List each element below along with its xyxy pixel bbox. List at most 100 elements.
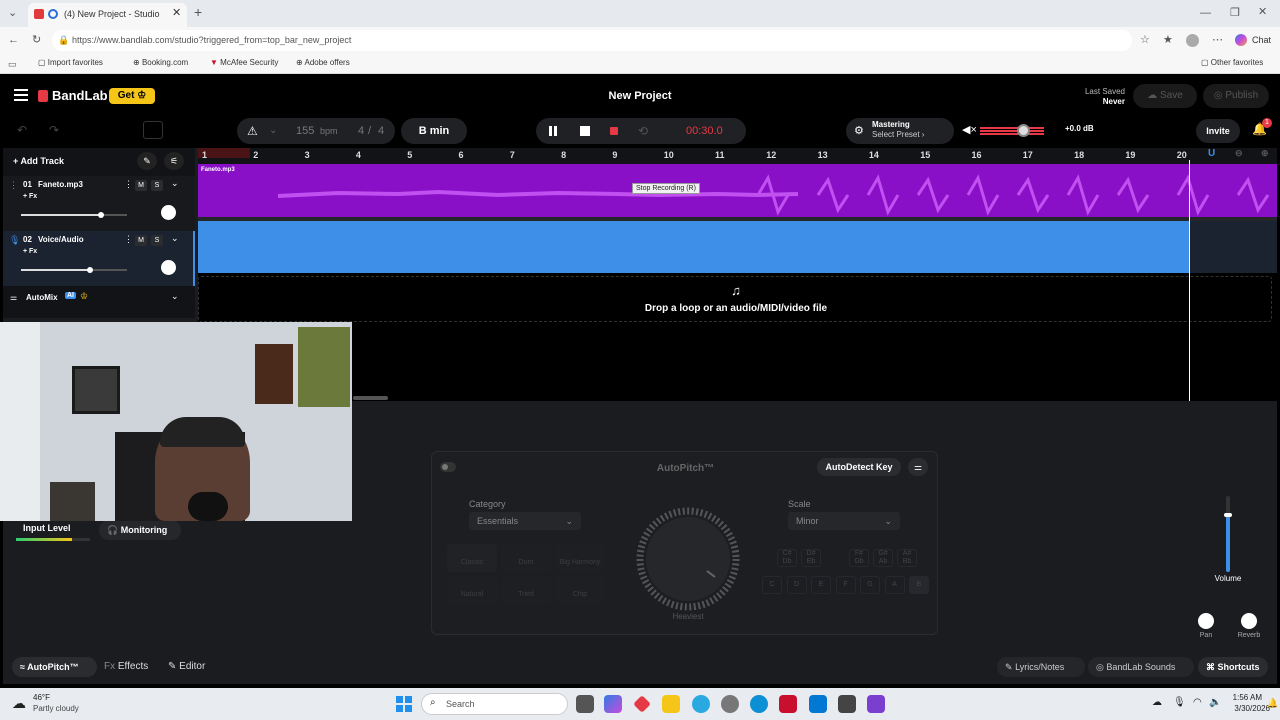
- timeline-ruler[interactable]: 1 2 3 4 5 6 7 8 9 10 11 12 13 14 15 16 17 18 19 20 U ⊖ ⊕: [198, 148, 1277, 164]
- file-explorer-icon[interactable]: [662, 695, 680, 713]
- stop-icon[interactable]: [580, 126, 590, 136]
- time-sig-num[interactable]: 4: [358, 118, 364, 144]
- edge-icon[interactable]: [750, 695, 768, 713]
- more-icon[interactable]: ⋯: [1212, 33, 1223, 47]
- horizontal-scrollbar[interactable]: [353, 396, 388, 400]
- add-track-button[interactable]: + Add Track: [13, 152, 64, 170]
- profile-avatar[interactable]: [1186, 34, 1199, 47]
- pause-icon[interactable]: [549, 126, 552, 136]
- autopitch-settings-icon[interactable]: ⚌: [908, 458, 928, 476]
- loop-icon[interactable]: ⟲: [638, 118, 648, 144]
- automix-row[interactable]: ⚌ AutoMix AI ♔ ⌄: [3, 288, 195, 310]
- master-volume-slider[interactable]: [980, 124, 1044, 137]
- reverb-knob[interactable]: [1241, 613, 1257, 629]
- key-sharp-2[interactable]: F# Gb: [849, 549, 869, 567]
- metronome-dropdown-icon[interactable]: ⌄: [269, 118, 277, 144]
- zoom-in-icon[interactable]: ⊕: [1261, 148, 1269, 159]
- mcafee-icon[interactable]: [779, 695, 797, 713]
- playhead[interactable]: [1189, 160, 1190, 404]
- url-input[interactable]: 🔒 https://www.bandlab.com/studio?trigger…: [52, 30, 1132, 51]
- wifi-icon[interactable]: ◠: [1193, 697, 1202, 708]
- volume-fader[interactable]: [1224, 496, 1232, 572]
- key-f[interactable]: F: [835, 576, 856, 594]
- publish-button[interactable]: ◎ Publish: [1203, 84, 1269, 108]
- task-view-icon[interactable]: [576, 695, 594, 713]
- close-window-icon[interactable]: ✕: [1258, 5, 1267, 19]
- autodetect-key-button[interactable]: AutoDetect Key: [817, 458, 901, 476]
- track-2-volume-slider[interactable]: [21, 267, 127, 273]
- track-2-pan-knob[interactable]: [161, 260, 176, 275]
- sidebar-toggle-icon[interactable]: ▭: [8, 57, 17, 71]
- track-header-2[interactable]: 🎙 02 Voice/Audio ⋮ M S ⌄ + Fx: [3, 231, 195, 286]
- key-selector[interactable]: B min: [401, 118, 467, 144]
- piano-icon[interactable]: [143, 121, 163, 139]
- favorite-adobe[interactable]: ⊕ Adobe offers: [296, 58, 350, 70]
- mastering-button[interactable]: ⚙ Mastering Select Preset ›: [846, 118, 954, 144]
- taskbar-search[interactable]: ⌕ Search: [421, 693, 568, 715]
- scale-select[interactable]: Minor ⌄: [788, 512, 900, 530]
- windows-start-icon[interactable]: [396, 696, 412, 712]
- outlook-icon[interactable]: [809, 695, 827, 713]
- track-1-pan-knob[interactable]: [161, 205, 176, 220]
- time-sig-den[interactable]: 4: [378, 118, 384, 144]
- key-sharp-1[interactable]: D# Eb: [801, 549, 821, 567]
- track-2-fx-button[interactable]: + Fx: [23, 248, 37, 255]
- undo-icon[interactable]: ↶: [17, 123, 27, 137]
- track-2-expand-icon[interactable]: ⌄: [171, 233, 179, 244]
- collections-icon[interactable]: ☆: [1140, 33, 1150, 47]
- track-2-volume-knob[interactable]: [86, 267, 93, 273]
- save-button[interactable]: ☁ Save: [1133, 84, 1197, 108]
- tempo-control[interactable]: ⚠ ⌄ 155 bpm 4 / 4: [237, 118, 395, 144]
- app-icon[interactable]: [633, 695, 651, 713]
- drop-zone[interactable]: ♫ Drop a loop or an audio/MIDI/video fil…: [198, 276, 1272, 322]
- track-1-options-icon[interactable]: ⋮: [124, 179, 133, 190]
- automix-expand-icon[interactable]: ⌄: [171, 291, 179, 302]
- chrome-icon[interactable]: [692, 695, 710, 713]
- style-classic[interactable]: Classic: [447, 544, 497, 572]
- tab-editor[interactable]: ✎ Editor: [168, 661, 205, 672]
- new-tab-icon[interactable]: +: [194, 5, 202, 19]
- browser-tab[interactable]: (4) New Project - Studio ✕: [28, 3, 187, 27]
- zoom-out-icon[interactable]: ⊖: [1235, 148, 1243, 159]
- track-2-solo-button[interactable]: S: [151, 235, 163, 246]
- store-icon[interactable]: [838, 695, 856, 713]
- tuner-icon[interactable]: ✎: [137, 152, 157, 170]
- bandlab-sounds-button[interactable]: ◎ BandLab Sounds: [1088, 657, 1194, 677]
- key-e[interactable]: E: [811, 576, 831, 594]
- chat-label[interactable]: Chat: [1252, 35, 1271, 45]
- track-1-volume-slider[interactable]: [21, 212, 127, 218]
- app-icon-2[interactable]: [867, 695, 885, 713]
- tab-effects[interactable]: Fx Effects: [104, 661, 148, 672]
- snap-magnet-icon[interactable]: U: [1208, 148, 1215, 159]
- track-2-mute-button[interactable]: M: [135, 235, 147, 246]
- style-tried[interactable]: Tried: [501, 576, 551, 604]
- favorite-import[interactable]: ▢ Import favorites: [38, 58, 103, 70]
- pan-knob[interactable]: [1198, 613, 1214, 629]
- mic-tray-icon[interactable]: 🎙: [1173, 697, 1186, 708]
- track-1-solo-button[interactable]: S: [151, 180, 163, 191]
- recording-clip-voice[interactable]: [198, 221, 1189, 273]
- copilot-icon[interactable]: [1235, 34, 1247, 46]
- key-g[interactable]: G: [860, 576, 880, 594]
- audio-clip-faneto[interactable]: Faneto.mp3: [198, 164, 1277, 217]
- notification-tray-icon[interactable]: 🔔: [1267, 698, 1278, 709]
- favorite-mcafee[interactable]: ▼ McAfee Security: [210, 58, 278, 70]
- key-sharp-0[interactable]: C# Db: [777, 549, 797, 567]
- track-settings-icon[interactable]: ⚟: [164, 152, 184, 170]
- minimize-icon[interactable]: —: [1200, 6, 1211, 20]
- style-natural[interactable]: Natural: [447, 576, 497, 604]
- style-big-harmony[interactable]: Big Harmony: [555, 544, 605, 572]
- mute-icon[interactable]: ◀×: [962, 123, 977, 136]
- restore-icon[interactable]: ❐: [1230, 6, 1240, 20]
- back-icon[interactable]: ←: [8, 33, 19, 47]
- key-a[interactable]: A: [884, 576, 905, 594]
- category-select[interactable]: Essentials ⌄: [469, 512, 581, 530]
- metronome-icon[interactable]: ⚠: [247, 118, 258, 144]
- track-1-name[interactable]: Faneto.mp3: [38, 180, 83, 189]
- track-2-name[interactable]: Voice/Audio: [38, 235, 84, 244]
- key-c[interactable]: C: [762, 576, 782, 594]
- settings-icon[interactable]: [721, 695, 739, 713]
- key-sharp-4[interactable]: A# Bb: [897, 549, 917, 567]
- track-1-fx-button[interactable]: + Fx: [23, 193, 37, 200]
- tab-list-icon[interactable]: ⌄: [8, 6, 17, 20]
